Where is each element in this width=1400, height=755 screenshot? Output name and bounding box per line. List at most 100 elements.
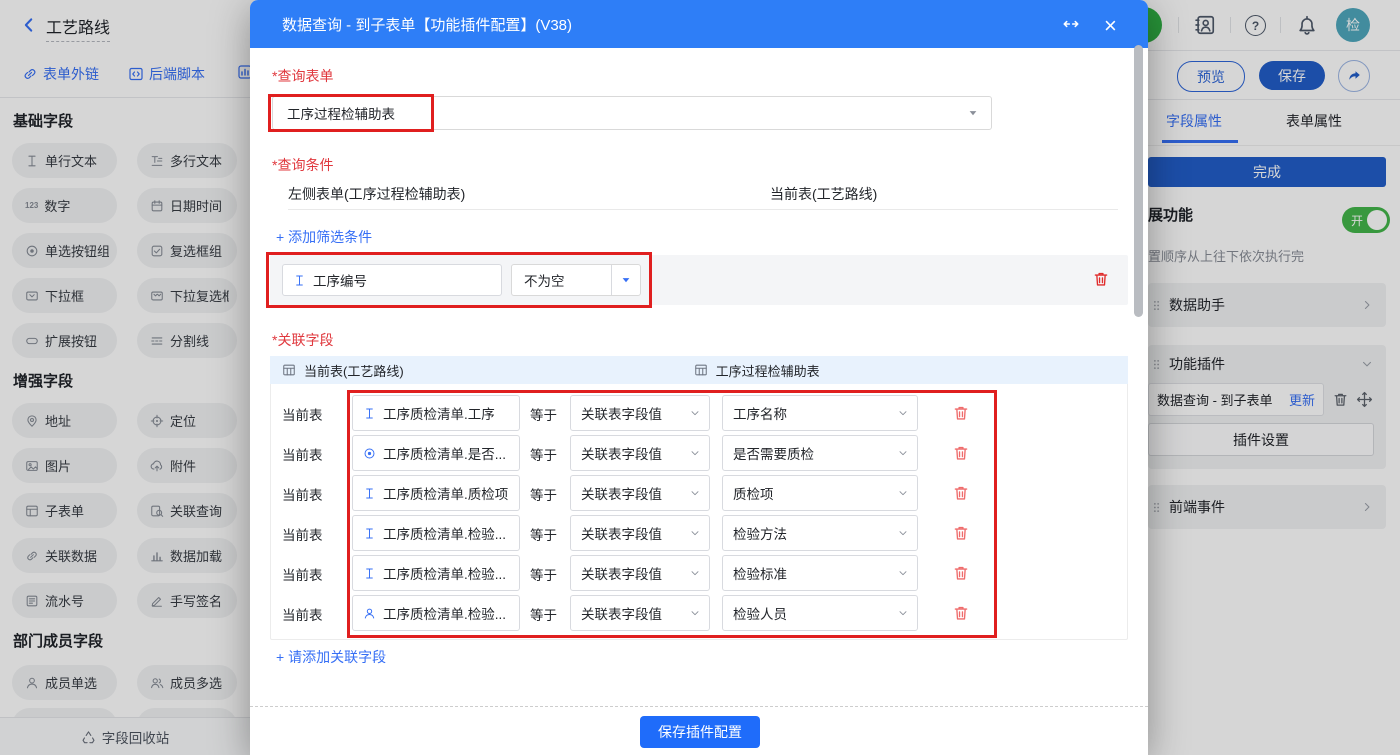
chevron-down-icon [689, 567, 701, 579]
target-field-value: 检验人员 [733, 603, 787, 623]
target-field-select[interactable]: 工序名称 [722, 395, 918, 431]
row-prefix: 当前表 [282, 604, 323, 624]
value-type-select[interactable]: 关联表字段值 [570, 595, 710, 631]
relation-right-table: 工序过程检辅助表 [716, 361, 820, 380]
condition-left-header: 左侧表单(工序过程检辅助表) [288, 184, 465, 204]
row-delete-icon[interactable] [952, 564, 970, 582]
chevron-down-icon [897, 487, 909, 499]
value-type: 关联表字段值 [581, 483, 662, 503]
row-prefix: 当前表 [282, 484, 323, 504]
equals-label: 等于 [530, 444, 557, 464]
equals-label: 等于 [530, 604, 557, 624]
row-prefix: 当前表 [282, 524, 323, 544]
chevron-down-icon [897, 567, 909, 579]
relation-source-field[interactable]: 工序质检清单.检验... [352, 555, 520, 591]
filter-operator-select[interactable]: 不为空 [511, 264, 641, 296]
modal-scrollbar[interactable] [1134, 45, 1143, 317]
equals-label: 等于 [530, 564, 557, 584]
source-field-value: 工序质检清单.检验... [383, 523, 506, 543]
row-delete-icon[interactable] [952, 404, 970, 422]
query-condition-label: *查询条件 [272, 155, 333, 175]
relation-fields-label: *关联字段 [272, 330, 333, 350]
close-icon[interactable]: × [1104, 15, 1117, 37]
value-type: 关联表字段值 [581, 443, 662, 463]
chevron-down-icon [689, 407, 701, 419]
add-relation-link[interactable]: + 请添加关联字段 [276, 647, 386, 667]
condition-divider [288, 209, 1118, 210]
source-field-value: 工序质检清单.是否... [383, 443, 506, 463]
chevron-down-icon [897, 527, 909, 539]
person-icon [363, 607, 376, 620]
filter-delete-icon[interactable] [1092, 270, 1110, 288]
relation-table-header: 当前表(工艺路线) 工序过程检辅助表 [270, 356, 1128, 384]
filter-operator-value: 不为空 [512, 270, 611, 290]
query-form-select[interactable]: 工序过程检辅助表 [272, 96, 992, 130]
row-prefix: 当前表 [282, 564, 323, 584]
relation-source-field[interactable]: 工序质检清单.质检项 [352, 475, 520, 511]
relation-source-field[interactable]: 工序质检清单.工序 [352, 395, 520, 431]
target-field-value: 检验标准 [733, 563, 787, 583]
target-field-select[interactable]: 检验方法 [722, 515, 918, 551]
i-cursor-icon [363, 567, 376, 580]
value-type-select[interactable]: 关联表字段值 [570, 475, 710, 511]
relation-source-field[interactable]: 工序质检清单.检验... [352, 595, 520, 631]
source-field-value: 工序质检清单.检验... [383, 603, 506, 623]
row-delete-icon[interactable] [952, 484, 970, 502]
table-icon [282, 363, 296, 377]
query-form-label: *查询表单 [272, 66, 333, 86]
chevron-down-icon [689, 607, 701, 619]
equals-label: 等于 [530, 484, 557, 504]
source-field-value: 工序质检清单.工序 [383, 403, 495, 423]
i-cursor-icon [293, 274, 306, 287]
modal-header[interactable]: 数据查询 - 到子表单【功能插件配置】(V38) × [250, 0, 1148, 48]
row-delete-icon[interactable] [952, 604, 970, 622]
value-type-select[interactable]: 关联表字段值 [570, 555, 710, 591]
row-delete-icon[interactable] [952, 444, 970, 462]
chevron-down-icon [689, 487, 701, 499]
expand-width-icon[interactable] [1062, 15, 1080, 33]
query-form-value: 工序过程检辅助表 [287, 103, 395, 123]
target-field-value: 检验方法 [733, 523, 787, 543]
target-field-value: 质检项 [733, 483, 774, 503]
caret-down-icon [967, 107, 979, 119]
target-field-select[interactable]: 检验标准 [722, 555, 918, 591]
condition-right-header: 当前表(工艺路线) [770, 184, 877, 204]
equals-label: 等于 [530, 404, 557, 424]
source-field-value: 工序质检清单.检验... [383, 563, 506, 583]
value-type-select[interactable]: 关联表字段值 [570, 435, 710, 471]
relation-left-table: 当前表(工艺路线) [304, 361, 404, 380]
relation-source-field[interactable]: 工序质检清单.检验... [352, 515, 520, 551]
filter-field-value: 工序编号 [313, 270, 367, 290]
modal-footer-divider [250, 706, 1148, 707]
relation-source-field[interactable]: 工序质检清单.是否... [352, 435, 520, 471]
radio-icon [363, 447, 376, 460]
chevron-down-icon [897, 607, 909, 619]
modal-title: 数据查询 - 到子表单【功能插件配置】(V38) [282, 14, 572, 35]
target-field-value: 是否需要质检 [733, 443, 814, 463]
row-prefix: 当前表 [282, 404, 323, 424]
row-delete-icon[interactable] [952, 524, 970, 542]
target-field-select[interactable]: 检验人员 [722, 595, 918, 631]
i-cursor-icon [363, 487, 376, 500]
i-cursor-icon [363, 527, 376, 540]
table-icon [694, 363, 708, 377]
value-type: 关联表字段值 [581, 523, 662, 543]
target-field-value: 工序名称 [733, 403, 787, 423]
value-type: 关联表字段值 [581, 603, 662, 623]
chevron-down-icon [897, 447, 909, 459]
source-field-value: 工序质检清单.质检项 [383, 483, 508, 503]
value-type-select[interactable]: 关联表字段值 [570, 515, 710, 551]
equals-label: 等于 [530, 524, 557, 544]
add-filter-link[interactable]: + 添加筛选条件 [276, 227, 372, 247]
value-type: 关联表字段值 [581, 563, 662, 583]
plugin-config-modal: 数据查询 - 到子表单【功能插件配置】(V38) × *查询表单 工序过程检辅助… [250, 0, 1148, 755]
chevron-down-icon [689, 527, 701, 539]
save-plugin-config-button[interactable]: 保存插件配置 [640, 716, 760, 748]
value-type-select[interactable]: 关联表字段值 [570, 395, 710, 431]
target-field-select[interactable]: 质检项 [722, 475, 918, 511]
chevron-down-icon [689, 447, 701, 459]
caret-down-icon [611, 265, 640, 295]
filter-field-input[interactable]: 工序编号 [282, 264, 502, 296]
target-field-select[interactable]: 是否需要质检 [722, 435, 918, 471]
i-cursor-icon [363, 407, 376, 420]
